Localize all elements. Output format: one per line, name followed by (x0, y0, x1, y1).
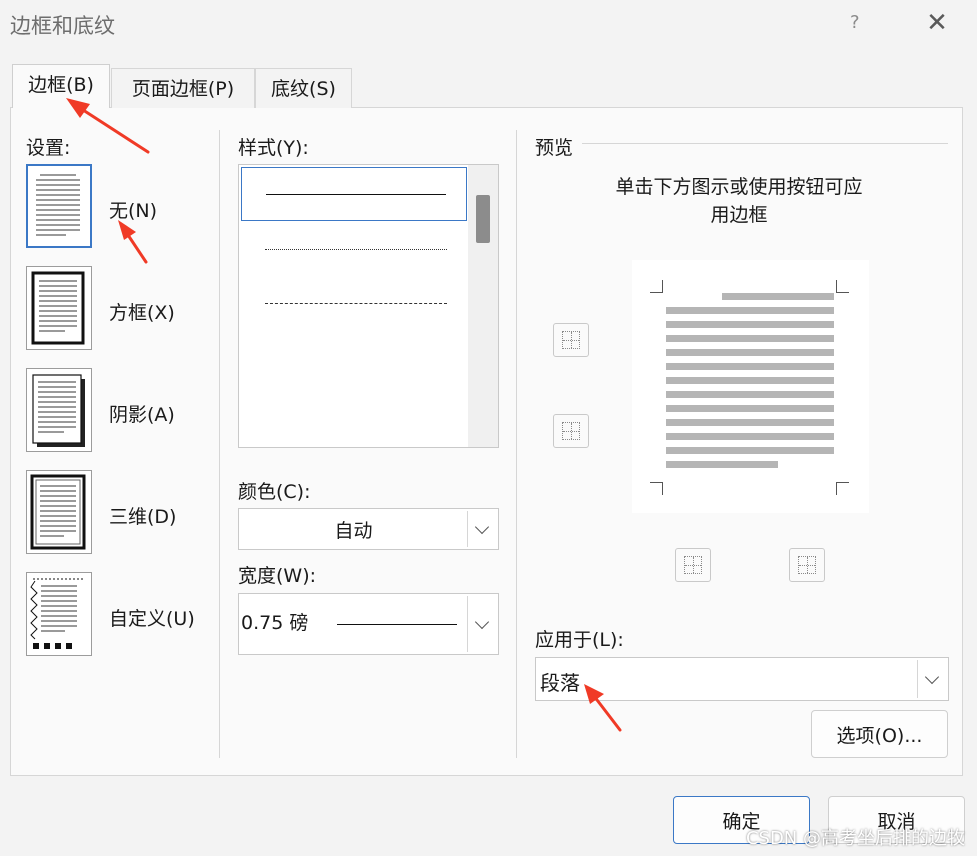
preview-hint-line-1: 单击下方图示或使用按钮可应 (615, 176, 863, 198)
preview-text-line (666, 321, 834, 328)
apply-to-value: 段落 (540, 671, 580, 695)
chevron-down-icon[interactable] (467, 596, 496, 652)
setting-3d-icon[interactable] (26, 470, 92, 554)
column-separator (516, 130, 517, 758)
preview-canvas[interactable] (632, 260, 869, 513)
scrollbar-thumb[interactable] (476, 195, 490, 243)
help-icon[interactable]: ? (850, 12, 860, 33)
close-icon[interactable]: ✕ (924, 8, 950, 38)
setting-shadow-label[interactable]: 阴影(A) (109, 400, 175, 427)
style-option-dash-dot[interactable] (241, 387, 467, 441)
preview-hint-line-2: 用边框 (710, 204, 768, 226)
setting-custom-label[interactable]: 自定义(U) (109, 604, 195, 631)
preview-text-line (666, 419, 834, 426)
setting-3d-label[interactable]: 三维(D) (109, 502, 176, 529)
preview-heading: 预览 (535, 137, 574, 159)
bottom-border-button[interactable] (553, 414, 589, 448)
apply-to-select[interactable]: 段落 (535, 657, 949, 701)
watermark: CSDN @高考坐后排的边牧 (745, 828, 965, 849)
setting-box-icon[interactable] (26, 266, 92, 350)
crop-mark (836, 482, 849, 495)
preview-text-line (666, 335, 834, 342)
width-select[interactable]: 0.75 磅 (238, 593, 499, 655)
preview-divider (582, 143, 948, 144)
style-list[interactable] (238, 164, 499, 448)
border-left-icon (684, 556, 702, 574)
preview-text-line (666, 363, 834, 370)
tab-borders[interactable]: 边框(B) (12, 64, 110, 109)
right-border-button[interactable] (789, 548, 825, 582)
style-option-dashed[interactable] (241, 333, 467, 387)
tab-shading[interactable]: 底纹(S) (255, 68, 352, 108)
color-value: 自动 (334, 519, 373, 542)
border-right-icon (798, 556, 816, 574)
preview-hint: 单击下方图示或使用按钮可应 用边框 (535, 173, 943, 229)
preview-text-line (666, 391, 834, 398)
top-border-button[interactable] (553, 323, 589, 357)
left-border-button[interactable] (675, 548, 711, 582)
width-sample-line (337, 624, 457, 625)
width-value: 0.75 磅 (241, 612, 309, 634)
chevron-down-icon[interactable] (917, 660, 946, 698)
setting-custom-icon[interactable] (26, 572, 92, 656)
settings-heading: 设置: (26, 137, 71, 159)
tab-page-borders[interactable]: 页面边框(P) (111, 68, 255, 108)
column-separator (219, 130, 220, 758)
window-title: 边框和底纹 (10, 14, 115, 38)
preview-text-line (666, 349, 834, 356)
style-option-dotted[interactable] (241, 223, 467, 277)
width-heading: 宽度(W): (238, 565, 317, 587)
color-heading: 颜色(C): (238, 481, 311, 503)
preview-text-line (666, 405, 834, 412)
chevron-down-icon[interactable] (467, 511, 496, 547)
setting-none-icon[interactable] (26, 164, 92, 248)
style-option-fine-dashed[interactable] (241, 277, 467, 331)
preview-text-line (666, 307, 834, 314)
preview-text-line (666, 433, 834, 440)
preview-text-line (666, 461, 778, 468)
crop-mark (650, 482, 663, 495)
preview-text-line (722, 293, 834, 300)
border-bottom-icon (562, 422, 580, 440)
crop-mark (836, 280, 849, 293)
preview-text-line (666, 377, 834, 384)
setting-shadow-icon[interactable] (26, 368, 92, 452)
style-option-solid[interactable] (241, 167, 467, 221)
style-list-scrollbar[interactable] (468, 165, 498, 447)
apply-to-heading: 应用于(L): (535, 629, 624, 651)
style-heading: 样式(Y): (238, 137, 309, 159)
setting-box-label[interactable]: 方框(X) (109, 298, 175, 325)
preview-text-line (666, 447, 834, 454)
setting-none-label[interactable]: 无(N) (109, 196, 157, 223)
border-top-icon (562, 331, 580, 349)
color-select[interactable]: 自动 (238, 508, 499, 550)
crop-mark (650, 280, 663, 293)
options-button[interactable]: 选项(O)... (811, 710, 948, 758)
